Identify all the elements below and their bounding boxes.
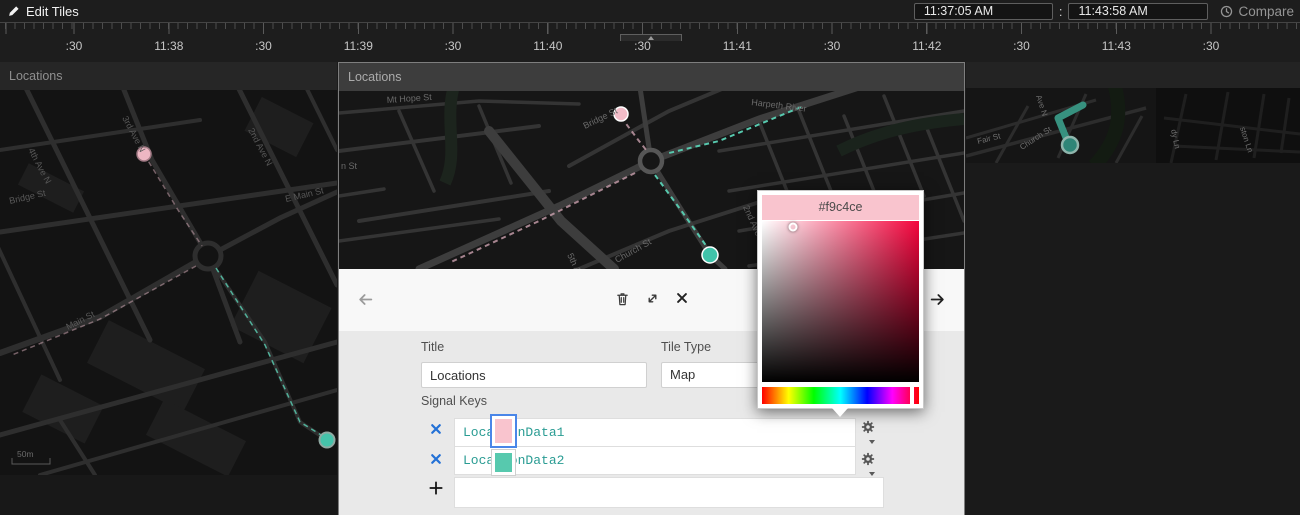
add-signal-key-button[interactable] (429, 481, 443, 500)
close-editor-button[interactable] (675, 291, 689, 307)
tile-center-header[interactable]: Locations (339, 63, 964, 91)
delete-tile-button[interactable] (615, 291, 630, 307)
gear-icon (861, 420, 875, 434)
tile-left-title: Locations (9, 69, 63, 83)
signal-marker-teal-center (702, 247, 718, 263)
svg-text:50m: 50m (17, 449, 34, 459)
signal-keys-label: Signal Keys (421, 394, 487, 408)
history-clock-icon (1220, 5, 1233, 18)
timeline-label: 11:38 (154, 39, 183, 53)
color-chip-pink (495, 419, 512, 443)
roundabout-left (195, 243, 221, 269)
street-label: n St (341, 161, 358, 171)
map-canvas-right[interactable]: Fair St Church St Ave N dy Ln ston Ln (966, 88, 1300, 163)
end-time-input[interactable] (1068, 3, 1208, 20)
time-separator: : (1059, 4, 1063, 19)
title-field-label: Title (421, 340, 444, 354)
saturation-marker[interactable] (789, 223, 798, 232)
timeline-label: 11:41 (723, 39, 752, 53)
previous-tile-button[interactable] (357, 291, 374, 308)
tile-right-header[interactable] (966, 62, 1300, 88)
hue-slider-handle[interactable] (910, 386, 914, 405)
timeline-label: 11:39 (344, 39, 373, 53)
timeline-major-ticks (0, 23, 1300, 34)
timeline-label: :30 (1203, 39, 1220, 53)
timeline-label: :30 (1013, 39, 1030, 53)
signal-key-settings-button-1[interactable] (861, 420, 877, 444)
signal-marker-teal-right (1062, 137, 1078, 153)
signal-color-swatch-2[interactable] (491, 449, 516, 476)
chevron-up-icon (648, 36, 654, 40)
top-bar: Edit Tiles : Compare (0, 0, 1300, 22)
timeline-label: 11:43 (1102, 39, 1131, 53)
tile-title-input[interactable] (421, 362, 647, 388)
next-tile-button[interactable] (929, 291, 946, 308)
tile-type-value: Map (670, 367, 695, 382)
timeline-label: :30 (634, 39, 651, 53)
color-chip-teal (495, 453, 512, 472)
timeline-label: :30 (445, 39, 462, 53)
dashboard-app: Edit Tiles : Compare :30 11:38 :30 11:39… (0, 0, 1300, 515)
map-tile-left[interactable]: Locations (0, 62, 337, 515)
edit-tiles-button[interactable]: Edit Tiles (8, 4, 79, 19)
chevron-down-icon (869, 472, 875, 476)
new-signal-key-input[interactable] (454, 477, 884, 508)
start-time-input[interactable] (914, 3, 1053, 20)
roundabout-center (640, 150, 662, 172)
gear-icon (861, 452, 875, 466)
timeline-label: :30 (66, 39, 83, 53)
signal-marker-teal-left (320, 433, 335, 448)
color-hex-value: #f9c4ce (762, 195, 919, 220)
signal-key-settings-button-2[interactable] (861, 452, 877, 476)
timeline-label: :30 (255, 39, 272, 53)
tile-type-field-label: Tile Type (661, 340, 711, 354)
chevron-down-icon (869, 440, 875, 444)
timeline-label: :30 (824, 39, 841, 53)
compare-button[interactable]: Compare (1220, 4, 1294, 19)
picker-pointer-triangle (832, 408, 848, 417)
timeline-label: 11:40 (533, 39, 562, 53)
map-canvas-left[interactable]: 3rd Ave N 4th Ave N 2nd Ave N Bridge St … (0, 90, 337, 475)
expand-tile-button[interactable] (645, 291, 660, 307)
river-band-center-left (445, 91, 454, 183)
edit-pencil-icon (8, 5, 20, 17)
compare-label: Compare (1238, 4, 1294, 19)
timeline-label: 11:42 (912, 39, 941, 53)
signal-color-swatch-1[interactable] (490, 414, 517, 448)
edit-tiles-label: Edit Tiles (26, 4, 79, 19)
tile-center-title: Locations (348, 70, 402, 84)
timeline-collapse-handle[interactable] (620, 34, 682, 41)
map-tile-right[interactable]: Fair St Church St Ave N dy Ln ston Ln (966, 62, 1300, 515)
remove-signal-key-button[interactable] (430, 452, 442, 470)
timeline-ruler[interactable]: :30 11:38 :30 11:39 :30 11:40 :30 11:41 … (0, 22, 1300, 62)
remove-signal-key-button[interactable] (430, 422, 442, 440)
color-picker-popup: #f9c4ce (757, 190, 924, 409)
tile-left-header[interactable]: Locations (0, 62, 337, 90)
hue-slider-bar[interactable] (762, 387, 919, 404)
saturation-value-area[interactable] (762, 221, 919, 382)
